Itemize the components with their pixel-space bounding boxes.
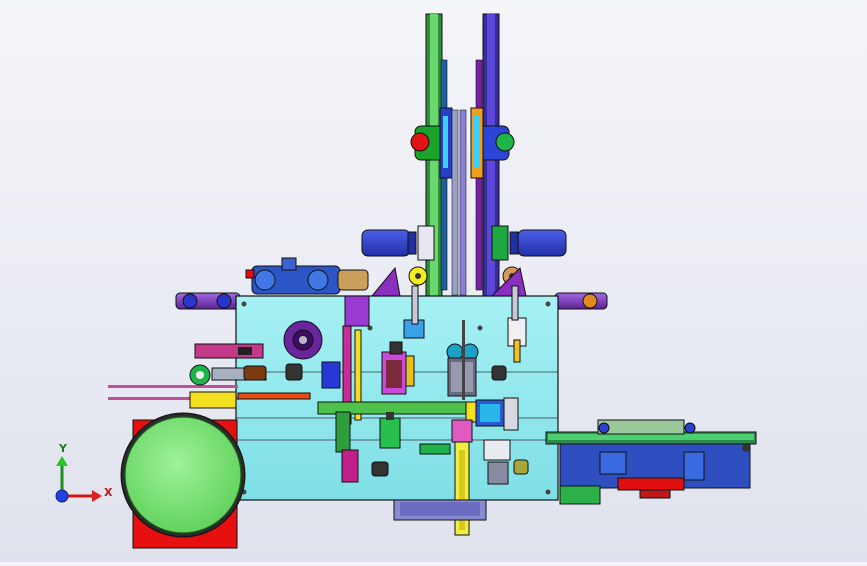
- dark-block-b: [491, 365, 507, 381]
- dark-block-a: [285, 363, 303, 381]
- cad-viewport[interactable]: [0, 0, 867, 562]
- x-axis-label: X: [104, 486, 113, 499]
- ring-bearing[interactable]: [283, 320, 323, 360]
- left-motor[interactable]: [361, 225, 435, 261]
- y-axis-label: Y: [59, 442, 67, 455]
- center-shaft: [462, 320, 465, 400]
- rotary-feeder-disc[interactable]: [120, 412, 246, 549]
- right-motor[interactable]: [491, 225, 567, 261]
- center-belt-right: [459, 109, 467, 296]
- center-belt-left: [451, 109, 459, 296]
- blue-actuator[interactable]: [321, 361, 341, 389]
- top-left-clamp-assembly[interactable]: [245, 257, 369, 295]
- magenta-guide-bottom: [341, 449, 359, 483]
- top-purple-block[interactable]: [344, 295, 370, 327]
- left-gusset: [370, 266, 401, 297]
- small-green-slider[interactable]: [419, 443, 451, 455]
- right-conveyor[interactable]: [545, 419, 757, 505]
- right-side-rail: [554, 292, 608, 310]
- axis-triad: [55, 456, 102, 503]
- dark-block-c: [371, 461, 389, 477]
- machine-assembly-model[interactable]: [0, 0, 867, 562]
